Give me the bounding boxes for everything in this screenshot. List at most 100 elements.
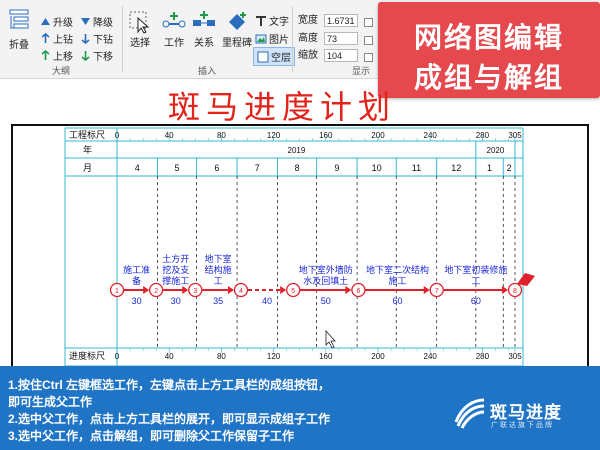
height-checkbox[interactable] [364,36,373,45]
month-label: 4 [135,163,140,173]
fold-button[interactable]: 折叠 [8,8,30,51]
activity-name: 挖及支 [162,264,189,275]
height-input[interactable]: 73 [324,32,358,45]
work-label: 工作 [164,38,184,49]
activity-name: 地下室外墙防 [299,264,353,275]
month-label: 8 [295,163,300,173]
move-down-button[interactable]: 下移 [80,48,113,63]
milestone-icon [229,12,246,30]
instruction-line-4: 3.选中父工作，点击解组，即可删除父工作保留子工作 [8,429,295,443]
mouse-cursor-icon [325,329,336,349]
layer-button[interactable]: 空层 [253,47,295,66]
month-label: 5 [175,163,180,173]
bottom-scale-tick: 305 [508,352,522,361]
bottom-scale-tick: 240 [424,352,438,361]
milestone-button[interactable]: 里程碑 [222,10,252,49]
up-drill-label: 上钻 [53,35,73,46]
select-cursor-icon [129,11,150,34]
bottom-scale-tick: 40 [165,352,174,361]
width-input[interactable]: 1.6731 [324,14,358,27]
year-label: 2019 [288,146,306,155]
downgrade-button[interactable]: 降级 [80,14,113,29]
brand-tagline: 广联达旗下品牌 [491,422,554,429]
activity-duration: 60 [471,296,481,306]
activity-duration: 60 [393,296,403,306]
banner-line-1: 网络图编辑 [413,22,564,53]
display-group-label: 显示 [352,66,371,76]
image-icon [255,34,267,43]
down-drill-button[interactable]: 下钻 [80,31,113,46]
month-label: 2 [507,163,512,173]
relation-icon [193,11,215,26]
activity-name: 撑施工 [162,275,189,286]
schedule-title: 斑马进度计划 [168,88,397,126]
outline-group-label: 大纲 [52,66,71,76]
event-node-label: 6 [356,288,360,295]
bottom-scale-tick: 200 [371,352,385,361]
work-icon [162,12,186,28]
image-button[interactable]: 图片 [255,31,289,46]
upgrade-button[interactable]: 升级 [40,14,73,29]
bottom-scale-tick: 0 [115,352,120,361]
bottom-scale-tick: 160 [319,352,333,361]
move-up-icon [41,50,50,60]
month-label: 1 [487,163,492,173]
activity-duration: 30 [132,296,142,306]
feature-banner: 网络图编辑 成组与解组 [378,2,600,98]
move-down-icon [81,51,90,61]
network-schedule-chart[interactable]: 工程标尺年月进度标尺004040808012012016016020020024… [13,126,587,368]
arrow-head [280,286,287,294]
activity-name: 地下室初装修施 [444,264,507,275]
insert-group-label: 插入 [198,66,217,76]
event-node-label: 2 [154,288,158,295]
month-label: 10 [372,163,382,173]
brand-logo: 斑马进度 广联达旗下品牌 [452,396,592,432]
activity-name: 备 [132,275,141,286]
downgrade-icon [81,18,90,25]
down-drill-icon [81,34,90,44]
activity-name: 水及回填土 [303,275,348,286]
zoom-label: 缩放 [298,50,318,61]
zoom-checkbox[interactable] [364,53,373,62]
zebra-logo-icon [454,398,485,429]
relation-button[interactable]: 关系 [192,10,216,49]
activity-name: 结构施 [205,264,232,275]
text-icon [256,15,266,26]
up-drill-button[interactable]: 上钻 [40,31,73,46]
activity-name: 施工准 [123,264,150,275]
activity-duration: 35 [213,296,223,306]
select-label: 选择 [130,38,150,49]
select-button[interactable]: 选择 [128,10,152,49]
month-label: 6 [214,163,219,173]
bottom-scale-tick: 120 [267,352,281,361]
zoom-input[interactable]: 104 [324,49,358,62]
down-drill-label: 下钻 [93,35,113,46]
upgrade-icon [41,18,50,25]
move-up-button[interactable]: 上移 [40,48,73,63]
width-checkbox[interactable] [364,18,373,27]
event-node-label: 3 [193,288,197,295]
layer-label: 空层 [271,53,291,64]
height-label: 高度 [298,33,318,44]
banner-line-2: 成组与解组 [413,62,564,93]
event-node-label: 4 [239,288,243,295]
up-drill-icon [41,33,50,43]
downgrade-label: 降级 [93,18,113,29]
arrow-head [502,286,508,294]
activity-name: 地下室二次结构 [366,264,429,275]
instruction-line-2: 即可生成父工作 [8,395,93,409]
year-label: 2020 [487,146,505,155]
month-label: 9 [334,163,339,173]
width-label: 宽度 [298,15,318,26]
event-node-label: 5 [291,288,295,295]
text-button[interactable]: 文字 [255,13,289,28]
work-button[interactable]: 工作 [162,10,186,49]
image-label: 图片 [269,35,289,46]
arrow-head [182,286,189,294]
move-down-label: 下移 [93,52,113,63]
fold-label: 折叠 [9,40,29,51]
activity-name: 工 [214,276,223,286]
event-node-label: 7 [435,288,439,295]
activity-name: 地下室 [205,253,232,264]
arrow-head [423,286,430,294]
